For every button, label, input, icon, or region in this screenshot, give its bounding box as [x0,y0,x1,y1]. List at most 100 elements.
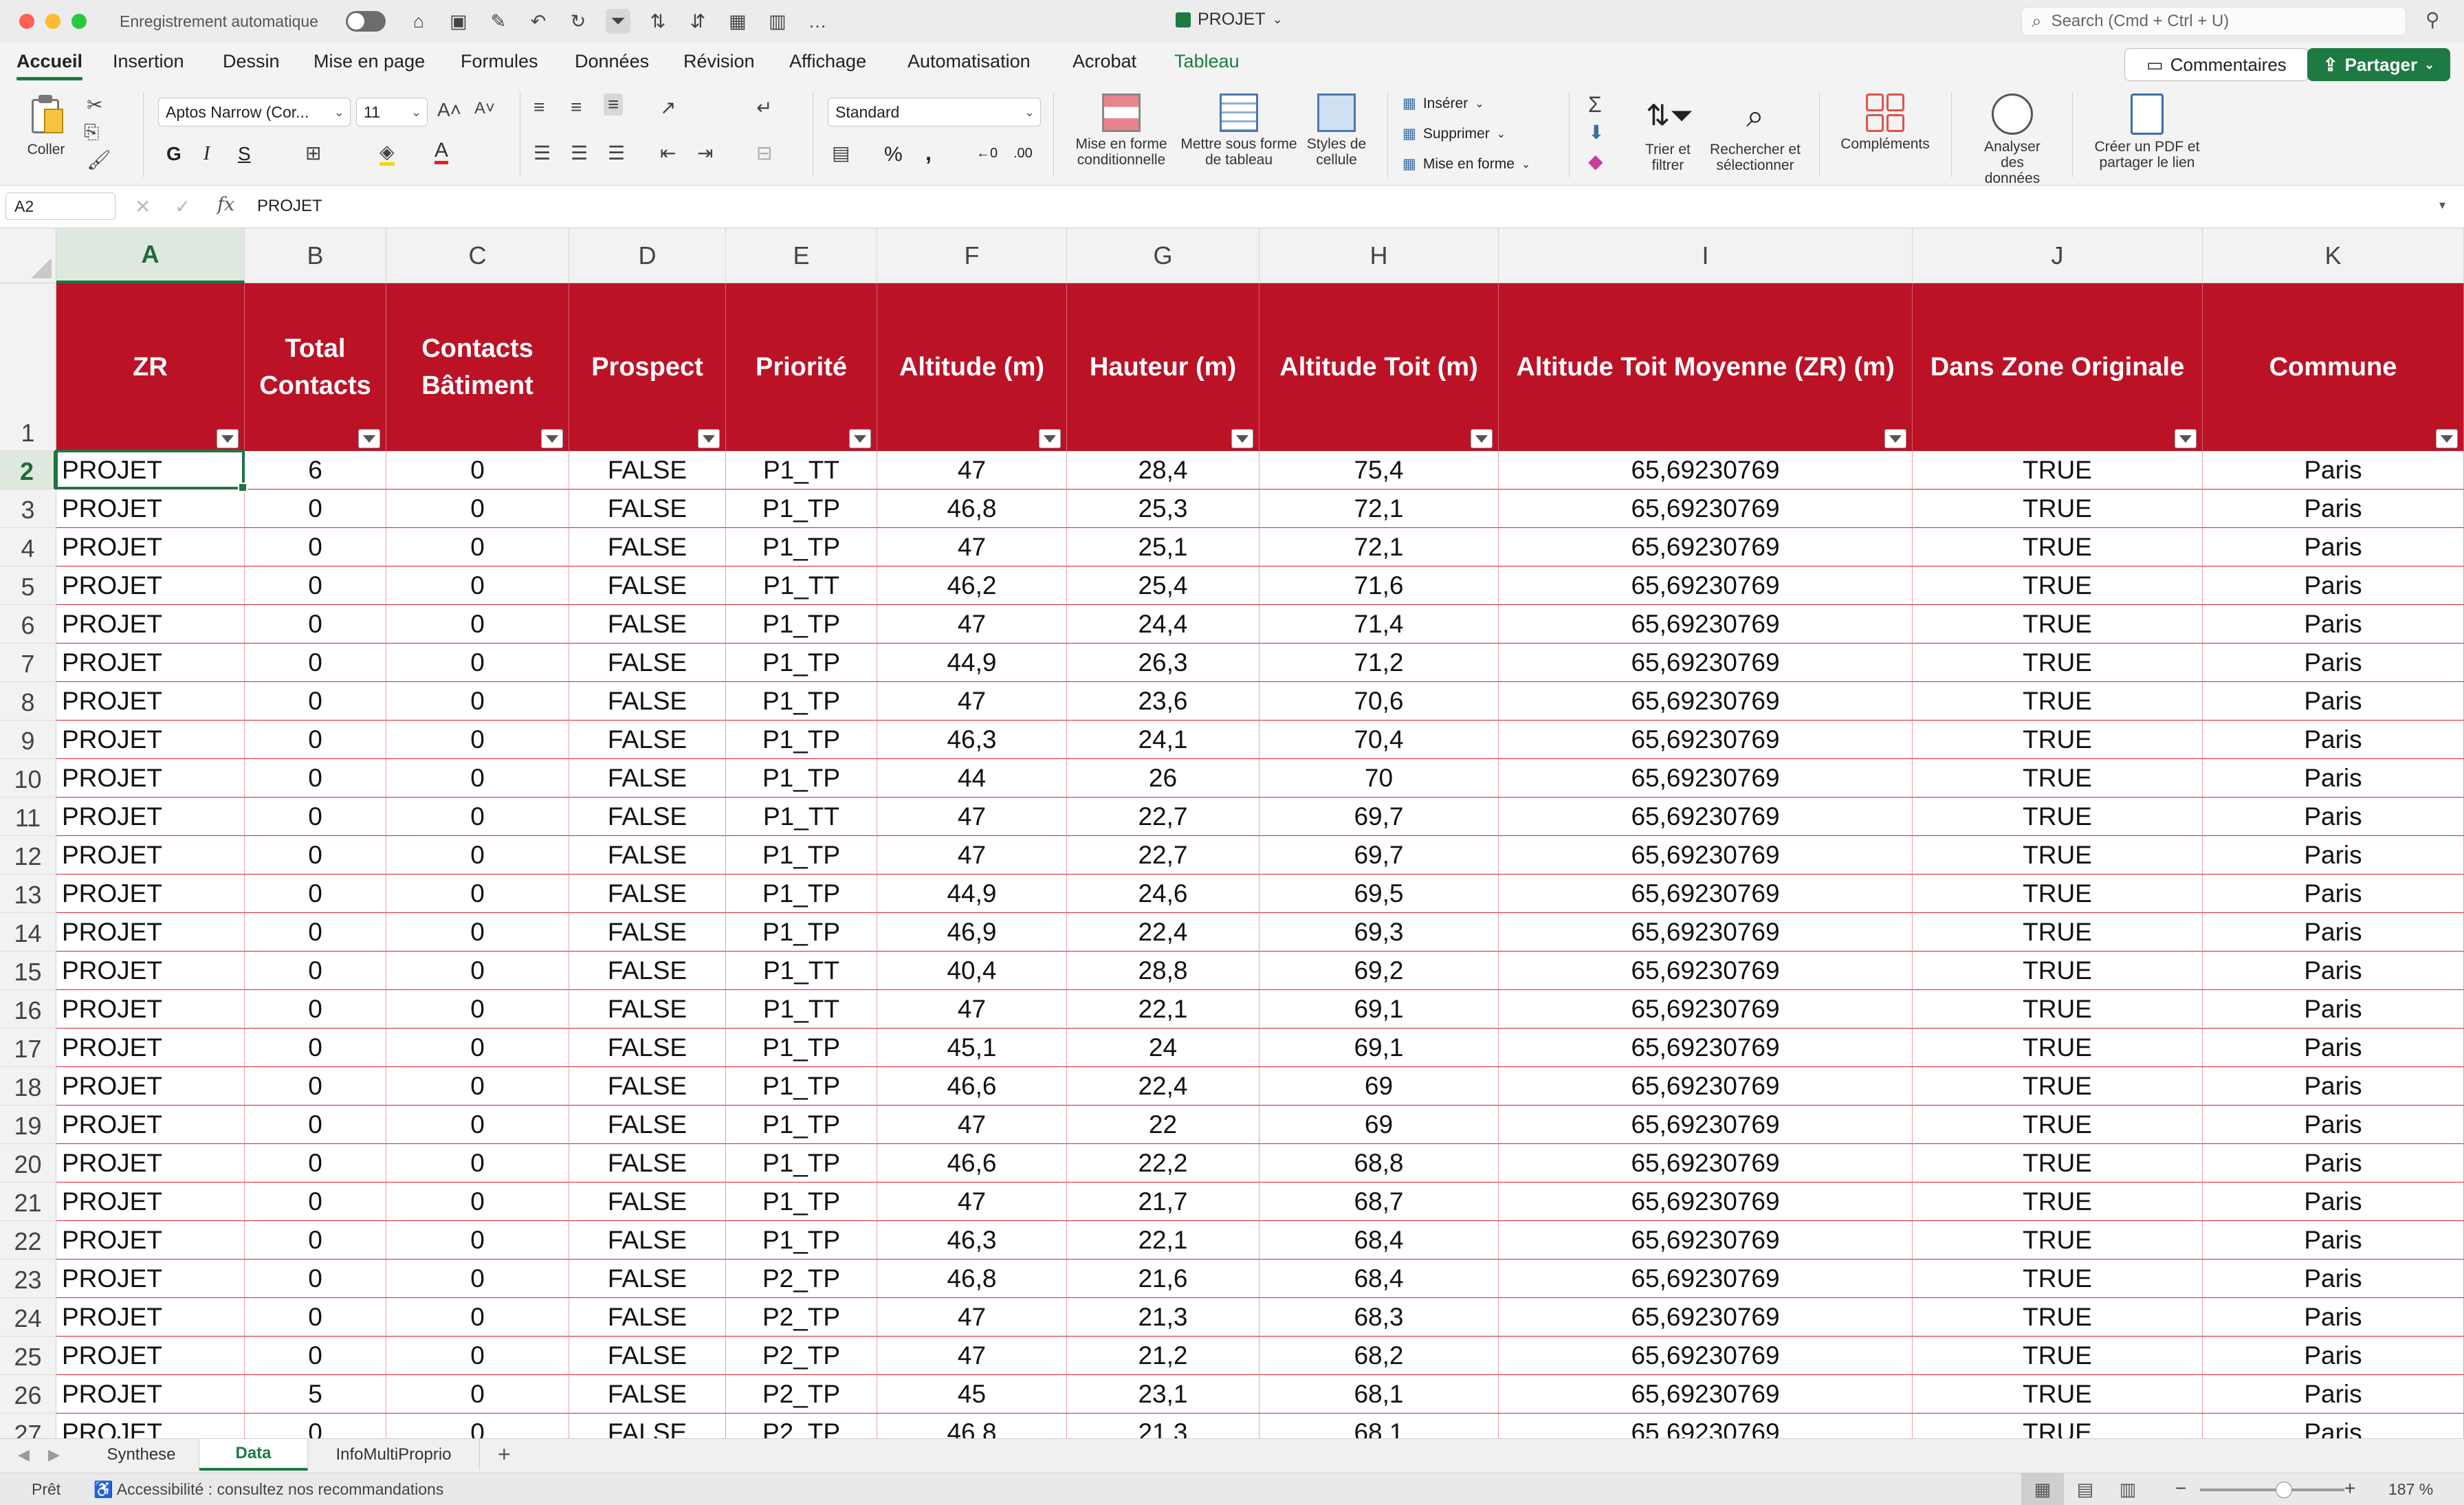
table-cell[interactable]: P1_TP [726,1183,877,1221]
table-cell[interactable]: 65,69230769 [1499,913,1913,952]
row-header[interactable]: 2 [0,451,56,490]
sort-filter-button[interactable]: ⇅⏷ Trier et filtrer [1634,94,1702,173]
table-cell[interactable]: Paris [2203,798,2464,836]
sheet-tab-synthese[interactable]: Synthese [84,1439,199,1471]
row-header[interactable]: 24 [0,1298,56,1337]
table-cell[interactable]: FALSE [569,836,726,875]
table-cell[interactable]: PROJET [56,1337,245,1375]
table-cell[interactable]: PROJET [56,1414,245,1438]
row-header[interactable]: 10 [0,759,56,798]
table-cell[interactable]: Paris [2203,721,2464,759]
redo-icon[interactable]: ↻ [566,9,591,34]
table-cell[interactable]: PROJET [56,528,245,567]
table-cell[interactable]: FALSE [569,1183,726,1221]
table-cell[interactable]: 69 [1260,1106,1499,1144]
zoom-slider[interactable] [2200,1488,2344,1491]
cut-icon[interactable]: ✂ [87,94,102,116]
table-cell[interactable]: 28,4 [1067,451,1260,490]
minimize-window-button[interactable] [45,14,60,29]
table-cell[interactable]: 0 [386,1298,569,1337]
table-cell[interactable]: FALSE [569,1298,726,1337]
cell-styles-button[interactable]: Styles de cellule [1301,94,1372,168]
table-cell[interactable]: 45 [877,1375,1067,1414]
table-cell[interactable]: 72,1 [1260,490,1499,528]
select-all-button[interactable] [0,228,56,283]
filter-dropdown-icon[interactable] [217,429,239,448]
table-cell[interactable]: 47 [877,605,1067,644]
table-cell[interactable]: 71,6 [1260,567,1499,605]
table-cell[interactable]: 46,6 [877,1144,1067,1183]
number-format-select[interactable]: Standard ⌄ [828,98,1041,127]
table-cell[interactable]: 0 [386,1221,569,1260]
accounting-format-icon[interactable]: ▤ [832,142,850,164]
table-cell[interactable]: 21,6 [1067,1260,1260,1298]
table-cell[interactable]: P2_TP [726,1260,877,1298]
table-cell[interactable]: FALSE [569,990,726,1029]
table-cell[interactable]: 22,7 [1067,798,1260,836]
table-cell[interactable]: Paris [2203,1144,2464,1183]
table-header-cell[interactable]: Hauteur (m) [1067,283,1260,451]
table-cell[interactable]: 47 [877,1337,1067,1375]
table-cell[interactable]: 0 [386,451,569,490]
table-cell[interactable]: 23,6 [1067,682,1260,721]
filter-dropdown-icon[interactable] [2436,429,2458,448]
table-cell[interactable]: TRUE [1913,1029,2203,1067]
filter-dropdown-icon[interactable] [541,429,563,448]
table-cell[interactable]: TRUE [1913,682,2203,721]
table-cell[interactable]: 0 [386,490,569,528]
table-cell[interactable]: PROJET [56,1144,245,1183]
table-cell[interactable]: 0 [386,952,569,990]
table-cell[interactable]: P1_TP [726,913,877,952]
table-cell[interactable]: Paris [2203,1106,2464,1144]
decrease-decimal-icon[interactable]: .00 [1013,146,1033,162]
table-cell[interactable]: 0 [245,1260,386,1298]
row-header[interactable]: 22 [0,1221,56,1260]
sort-descending-icon[interactable]: ⇵ [685,9,710,34]
table-cell[interactable]: 21,3 [1067,1298,1260,1337]
row-header[interactable]: 14 [0,913,56,952]
table-cell[interactable]: 65,69230769 [1499,1106,1913,1144]
tab-acrobat[interactable]: Acrobat [1072,51,1136,72]
sheet-tab-infomultiproprio[interactable]: InfoMultiProprio [308,1439,480,1471]
tab-dessin[interactable]: Dessin [223,51,280,72]
column-header[interactable]: B [245,228,386,283]
table-cell[interactable]: 65,69230769 [1499,721,1913,759]
table-cell[interactable]: FALSE [569,528,726,567]
table-cell[interactable]: 0 [245,1029,386,1067]
table-cell[interactable]: PROJET [56,1375,245,1414]
table-cell[interactable]: P2_TP [726,1337,877,1375]
table-cell[interactable]: 47 [877,528,1067,567]
table-cell[interactable]: 0 [386,1260,569,1298]
table-cell[interactable]: 69,1 [1260,990,1499,1029]
table-cell[interactable]: FALSE [569,1337,726,1375]
table-cell[interactable]: 65,69230769 [1499,1337,1913,1375]
table-cell[interactable]: 44,9 [877,644,1067,682]
table-cell[interactable]: 69 [1260,1067,1499,1106]
table-cell[interactable]: P1_TP [726,644,877,682]
filter-dropdown-icon[interactable] [1471,429,1493,448]
table-cell[interactable]: 65,69230769 [1499,605,1913,644]
table-cell[interactable]: 65,69230769 [1499,682,1913,721]
table-cell[interactable]: Paris [2203,605,2464,644]
decrease-indent-icon[interactable]: ⇤ [660,142,676,164]
table-cell[interactable]: 46,8 [877,1414,1067,1438]
sort-ascending-icon[interactable]: ⇅ [646,9,670,34]
borders-icon[interactable]: ⊞ [305,142,321,164]
table-cell[interactable]: 21,2 [1067,1337,1260,1375]
table-cell[interactable]: TRUE [1913,1183,2203,1221]
table-cell[interactable]: Paris [2203,1183,2464,1221]
table-cell[interactable]: PROJET [56,1298,245,1337]
table-cell[interactable]: FALSE [569,1029,726,1067]
account-icon[interactable]: ⚲ [2426,8,2440,31]
table-cell[interactable]: 0 [386,605,569,644]
zoom-window-button[interactable] [72,14,87,29]
table-cell[interactable]: 22,2 [1067,1144,1260,1183]
table-cell[interactable]: FALSE [569,952,726,990]
copy-icon[interactable]: ⎘ [84,121,99,144]
fill-icon[interactable]: ⬇ [1588,121,1604,144]
insert-function-icon[interactable]: fx [217,194,234,215]
table-cell[interactable]: 25,1 [1067,528,1260,567]
table-cell[interactable]: 68,1 [1260,1414,1499,1438]
table-cell[interactable]: 68,4 [1260,1221,1499,1260]
zoom-level[interactable]: 187 % [2388,1480,2433,1499]
